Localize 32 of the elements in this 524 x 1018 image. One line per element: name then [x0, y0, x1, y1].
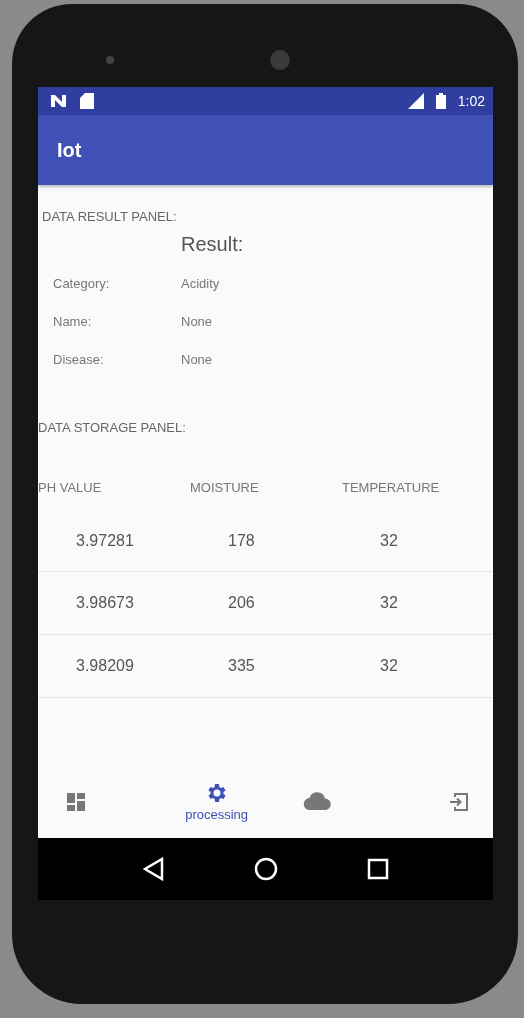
table-cell-text: 3.97281 — [75, 532, 134, 549]
table-cell-text: 32 — [379, 657, 398, 674]
table-cell-text: 335 — [227, 657, 255, 674]
column-header: TEMPERATURE — [342, 480, 440, 495]
battery-icon — [435, 93, 446, 109]
column-header: PH VALUE — [38, 480, 102, 495]
speaker-grille-icon — [269, 49, 291, 71]
result-title: Result: — [181, 233, 245, 256]
status-time: 1:02 — [457, 93, 485, 109]
notification-icon — [50, 94, 68, 108]
field-value: None — [181, 313, 213, 329]
table-cell-text: 32 — [379, 594, 398, 611]
field-label: Disease: — [53, 351, 104, 367]
field-label: Category: — [53, 275, 110, 291]
table-cell-text: 3.98673 — [75, 594, 134, 611]
back-icon[interactable] — [142, 857, 165, 881]
field-value: Acidity — [181, 275, 220, 291]
section-heading: DATA RESULT PANEL: — [42, 209, 178, 224]
sd-card-icon — [80, 93, 94, 109]
table-cell-text: 206 — [227, 594, 255, 611]
column-header: MOISTURE — [190, 480, 259, 495]
table-cell-text: 32 — [379, 532, 398, 549]
field-value: None — [181, 351, 213, 367]
table-cell-text: 178 — [227, 532, 255, 549]
section-heading: DATA STORAGE PANEL: — [38, 420, 187, 435]
home-icon[interactable] — [253, 857, 278, 881]
recents-icon[interactable] — [366, 858, 389, 880]
app-title: Iot — [57, 138, 82, 162]
field-label: Name: — [53, 313, 92, 329]
nav-tab[interactable]: processing — [165, 781, 268, 822]
table-cell-text: 3.98209 — [75, 657, 134, 674]
camera-icon — [105, 55, 115, 65]
